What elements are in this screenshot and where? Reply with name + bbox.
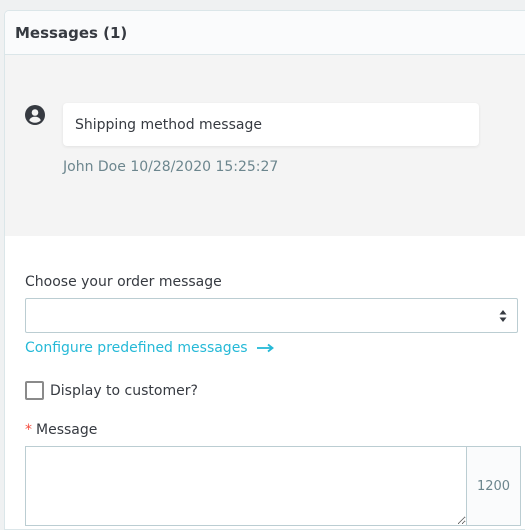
display-to-customer-row: Display to customer? [25,381,198,400]
panel-header: Messages (1) [5,11,525,55]
message-author: John Doe [63,159,126,175]
choose-message-label: Choose your order message [25,274,222,290]
configure-predefined-messages-link[interactable]: Configure predefined messages [25,340,274,356]
panel-title: Messages (1) [15,23,128,42]
message-label: * Message [25,422,97,438]
char-counter: 1200 [466,447,520,525]
messages-panel: Messages (1) Shipping method message Joh… [4,10,525,530]
sort-arrows-icon [499,310,507,322]
message-meta: John Doe 10/28/2020 15:25:27 [63,159,278,175]
order-message-form: Choose your order message Configure pred… [5,236,525,529]
display-to-customer-checkbox[interactable] [25,381,44,400]
message-text: Shipping method message [75,116,262,133]
configure-link-label: Configure predefined messages [25,340,248,356]
display-to-customer-label: Display to customer? [50,382,198,399]
required-asterisk: * [25,422,32,438]
message-label-text: Message [36,422,98,438]
user-circle-icon [25,105,45,125]
arrow-right-icon [256,343,274,353]
message-timestamp: 10/28/2020 15:25:27 [130,159,279,175]
message-field: 1200 [25,446,521,526]
message-bubble: Shipping method message [63,103,479,146]
order-message-select[interactable] [25,298,518,333]
message-thread: Shipping method message John Doe 10/28/2… [5,55,525,236]
message-textarea[interactable] [26,447,466,525]
